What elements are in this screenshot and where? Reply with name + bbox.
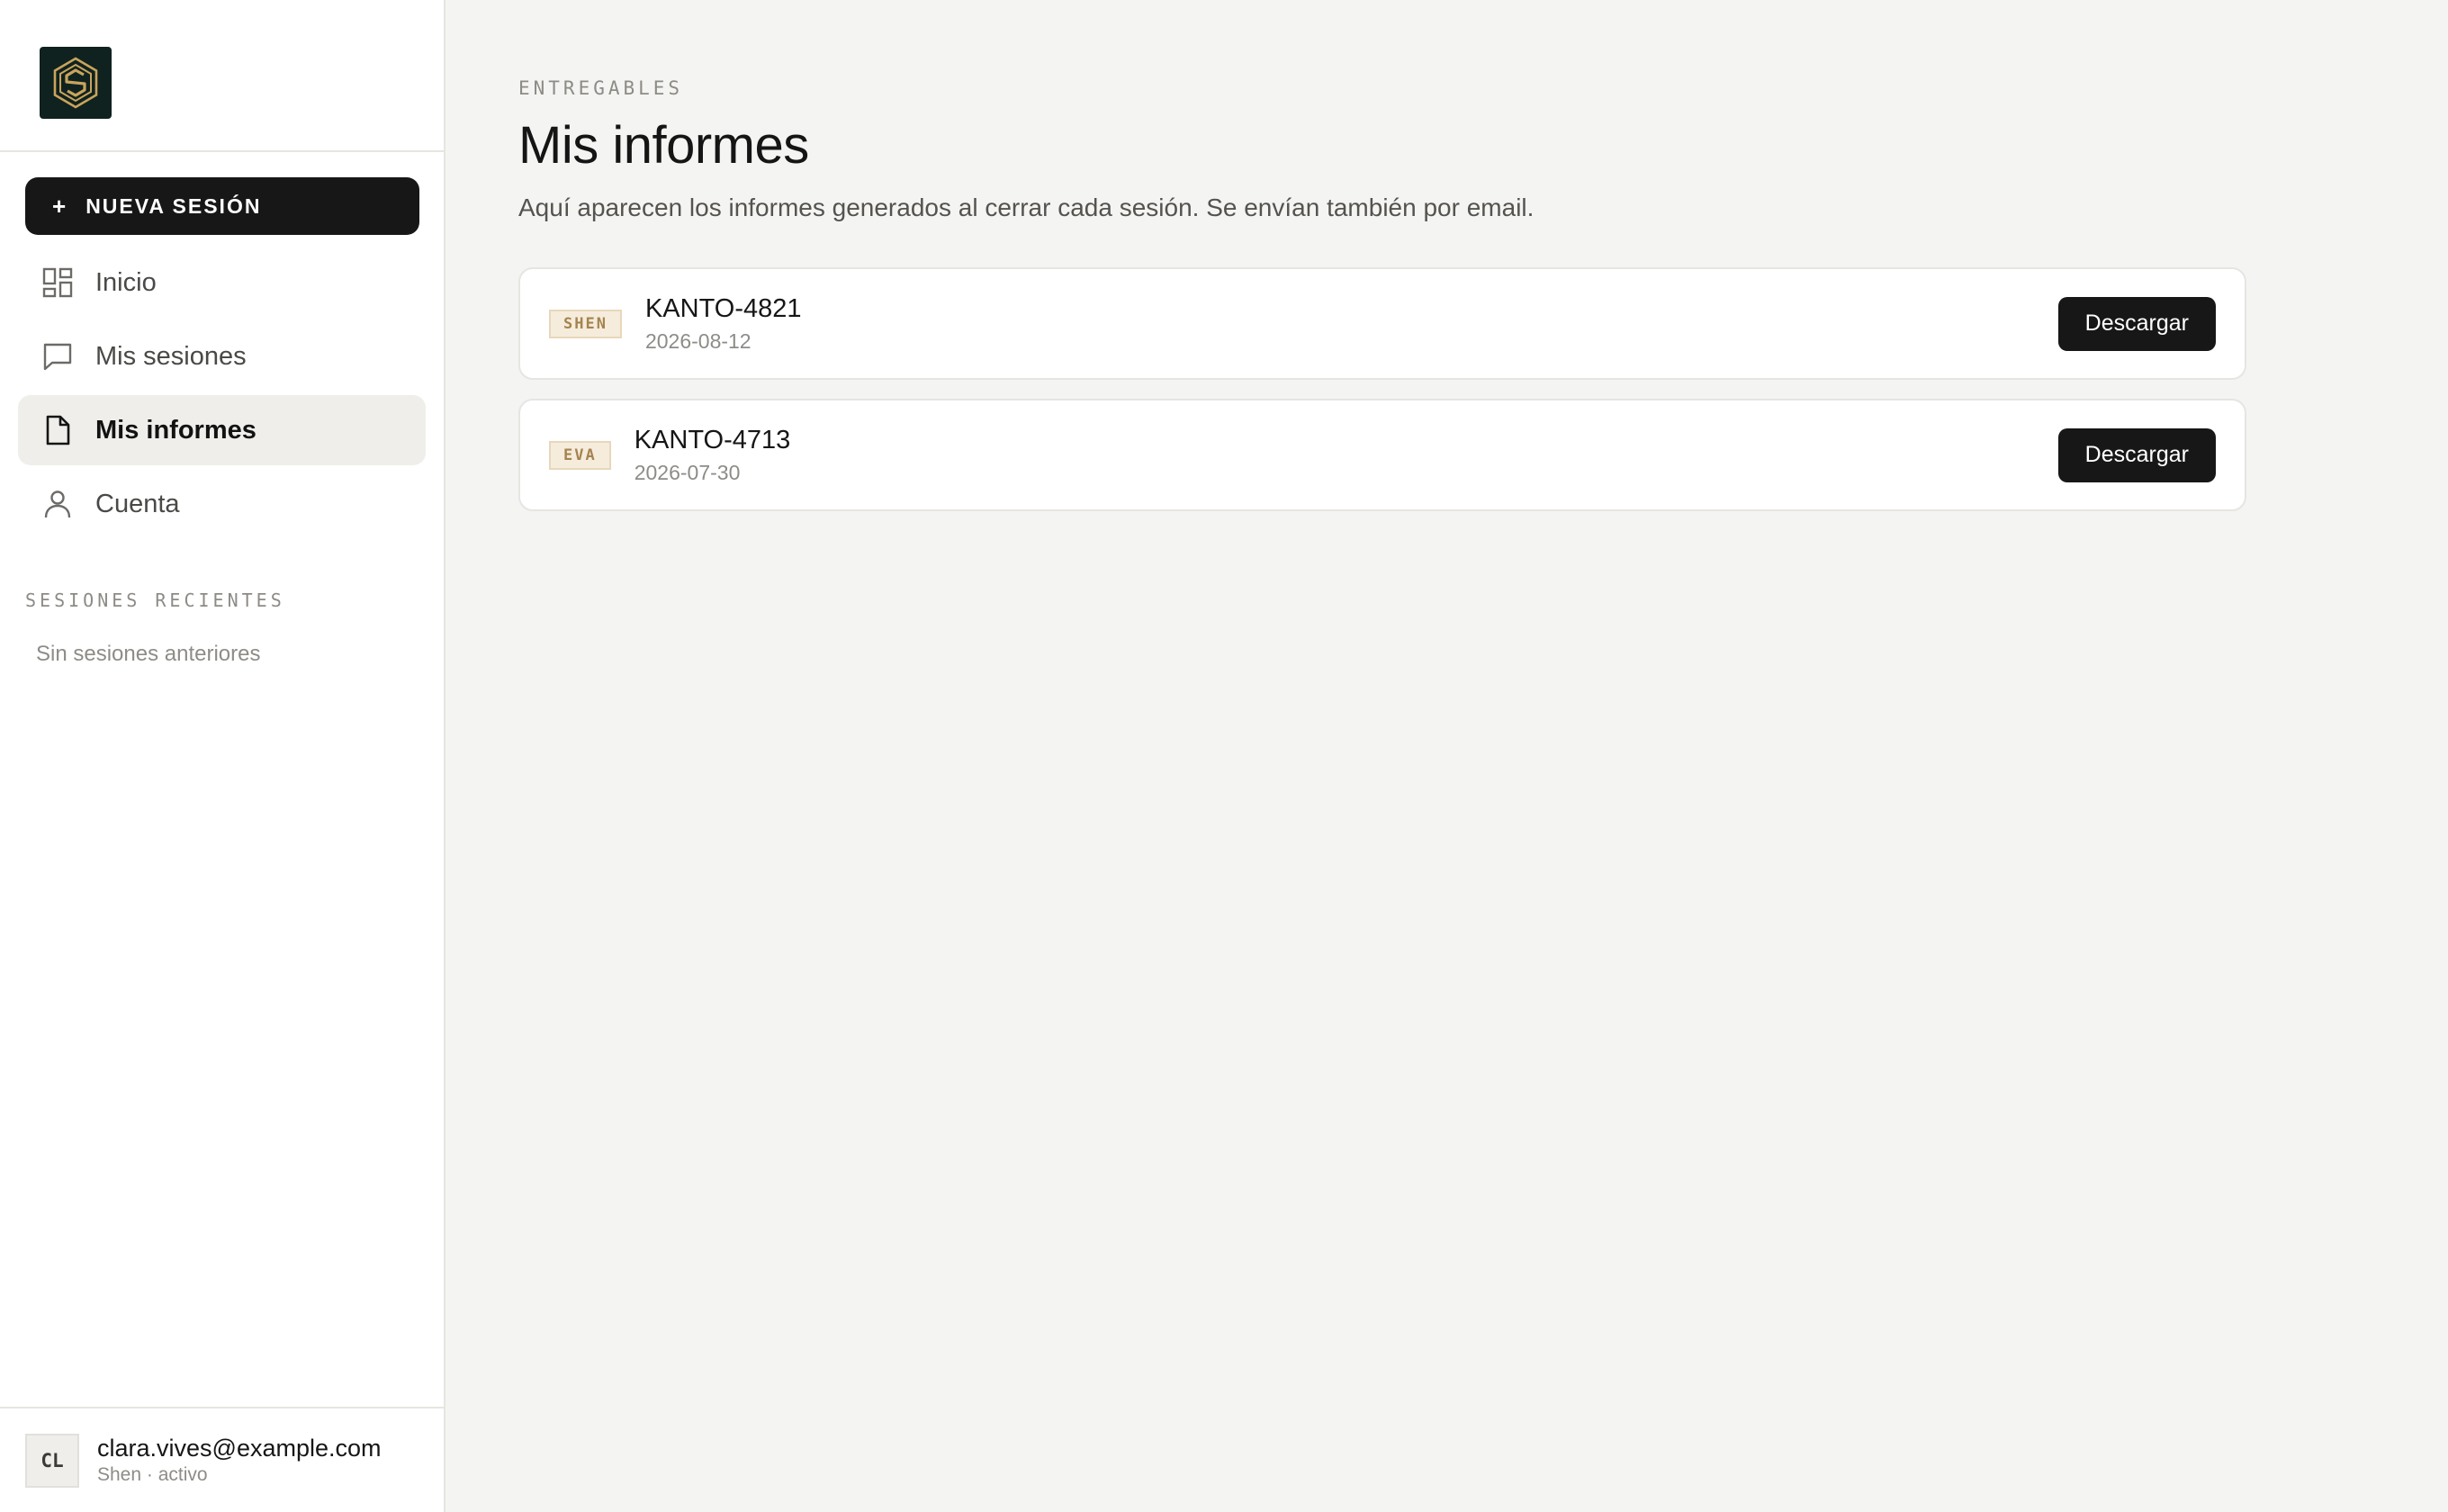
report-date: 2026-07-30 [634,460,741,484]
user-email: clara.vives@example.com [97,1435,382,1462]
sidebar: + NUEVA SESIÓN Inicio Mis sesiones Mis i… [0,0,446,1512]
plus-icon: + [52,192,68,220]
logo-mark-icon [53,57,98,109]
new-session-button[interactable]: + NUEVA SESIÓN [25,177,419,235]
recent-sessions-empty: Sin sesiones anteriores [36,642,261,666]
dashboard-icon [40,265,76,301]
sidebar-item-label: Inicio [95,267,157,297]
user-footer[interactable]: CL clara.vives@example.com Shen · activo [0,1407,444,1512]
report-name: KANTO-4821 [644,293,802,323]
main-content: ENTREGABLES Mis informes Aquí aparecen l… [446,0,2448,1512]
report-info: KANTO-4821 2026-08-12 [645,294,2058,354]
report-name: KANTO-4713 [634,425,791,454]
page-title: Mis informes [518,116,809,175]
new-session-label: NUEVA SESIÓN [86,194,262,218]
chat-icon [40,338,76,374]
document-icon [40,412,76,448]
report-info: KANTO-4713 2026-07-30 [634,426,2058,485]
eyebrow-label: ENTREGABLES [518,77,684,99]
sidebar-item-label: Mis informes [95,415,256,445]
sidebar-item-inicio[interactable]: Inicio [18,248,426,318]
sidebar-item-label: Mis sesiones [95,341,247,371]
sidebar-item-mis-sesiones[interactable]: Mis sesiones [18,321,426,392]
sidebar-item-mis-informes[interactable]: Mis informes [18,395,426,465]
report-date: 2026-08-12 [644,328,752,353]
download-button[interactable]: Descargar [2057,428,2216,482]
user-status: Shen · activo [97,1464,208,1485]
logo-area [0,0,444,152]
report-card: SHEN KANTO-4821 2026-08-12 Descargar [518,267,2246,380]
user-info: clara.vives@example.com Shen · activo [97,1435,382,1486]
avatar: CL [25,1433,79,1488]
sidebar-nav: Inicio Mis sesiones Mis informes Cuenta [0,248,444,543]
report-tag: EVA [549,440,611,470]
sidebar-item-cuenta[interactable]: Cuenta [18,469,426,539]
report-tag: SHEN [549,309,622,338]
app-root: + NUEVA SESIÓN Inicio Mis sesiones Mis i… [0,0,2448,1512]
page-subtitle: Aquí aparecen los informes generados al … [518,194,1534,221]
report-card: EVA KANTO-4713 2026-07-30 Descargar [518,399,2246,511]
download-button[interactable]: Descargar [2057,296,2216,351]
sidebar-item-label: Cuenta [95,489,180,518]
user-icon [40,486,76,522]
recent-sessions-heading: SESIONES RECIENTES [25,590,285,611]
logo[interactable] [40,47,112,119]
reports-list: SHEN KANTO-4821 2026-08-12 Descargar EVA… [518,267,2246,511]
